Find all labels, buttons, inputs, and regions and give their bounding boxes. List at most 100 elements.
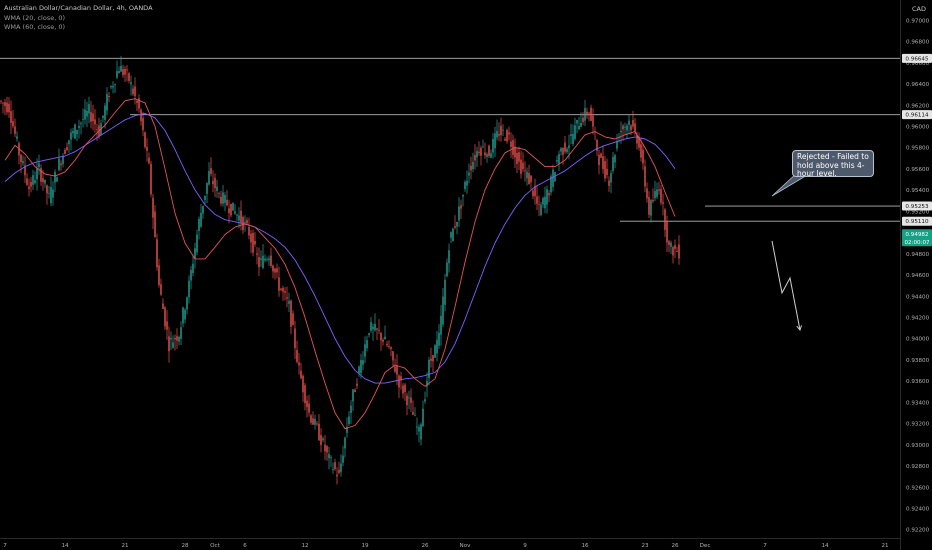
candle-up xyxy=(78,119,80,139)
candle-up xyxy=(466,170,468,194)
candle-body xyxy=(402,385,404,394)
candle-down xyxy=(588,111,590,122)
candle-body xyxy=(336,474,338,477)
candle-body xyxy=(170,337,172,340)
candle-up xyxy=(550,174,552,196)
candle-up xyxy=(348,411,350,426)
candle-body xyxy=(508,132,510,135)
candle-up xyxy=(48,186,50,199)
candle-down xyxy=(638,132,640,151)
candle-body xyxy=(352,389,354,402)
candle-body xyxy=(192,263,194,274)
candle-body xyxy=(658,189,660,191)
time-axis[interactable]: 7 14 21 28 Oct 6 12 19 26 Nov 9 16 23 26 Dec 7 14 21 xyxy=(3,543,889,549)
candle-body xyxy=(366,340,368,349)
candle-body xyxy=(152,197,154,218)
candle-down xyxy=(140,108,142,126)
candle-body xyxy=(262,255,264,268)
candle-down xyxy=(460,199,462,219)
candle-up xyxy=(84,99,86,125)
candle-body xyxy=(308,403,310,413)
candle-body xyxy=(480,147,482,156)
candle-body xyxy=(528,173,530,185)
candle-body xyxy=(254,240,256,245)
candle-up xyxy=(444,273,446,312)
candle-down xyxy=(600,152,602,159)
candle-down xyxy=(158,258,160,288)
candle-down xyxy=(326,445,328,461)
candle-down xyxy=(66,142,68,152)
candle-up xyxy=(414,407,416,417)
candle-down xyxy=(564,135,566,154)
candle-body xyxy=(490,153,492,158)
candle-body xyxy=(540,204,542,216)
candle-up xyxy=(420,422,422,446)
candle-up xyxy=(32,169,34,190)
candle-body xyxy=(410,397,412,403)
candle-down xyxy=(302,374,304,402)
candle-up xyxy=(452,227,454,242)
price-axis[interactable]: 0.970000.968000.966000.964000.962000.960… xyxy=(902,18,932,534)
candle-body xyxy=(182,307,184,324)
candle-down xyxy=(12,109,14,129)
candle-up xyxy=(576,119,578,134)
candle-down xyxy=(512,134,514,160)
candle-down xyxy=(404,382,406,401)
candle-body xyxy=(666,221,668,243)
price-tick: 0.93600 xyxy=(906,379,930,385)
wma60-legend[interactable]: WMA (60, close, 0) xyxy=(4,23,65,31)
candle-body xyxy=(460,205,462,209)
price-tick: 0.92400 xyxy=(906,506,930,512)
candle-body xyxy=(622,125,624,130)
candle-down xyxy=(164,306,166,330)
candle-body xyxy=(380,332,382,341)
candle-body xyxy=(440,315,442,335)
candle-body xyxy=(130,82,132,85)
price-tick: 0.94000 xyxy=(906,337,930,343)
candle-body xyxy=(316,423,318,425)
candle-down xyxy=(524,161,526,182)
candle-down xyxy=(674,239,676,259)
candle-down xyxy=(478,141,480,156)
candle-up xyxy=(62,153,64,168)
candle-body xyxy=(332,469,334,471)
candle-body xyxy=(344,437,346,449)
candle-down xyxy=(154,205,156,238)
candle-body xyxy=(74,124,76,139)
candle-down xyxy=(532,189,534,200)
candle-body xyxy=(168,336,170,352)
candle-body xyxy=(142,117,144,131)
candle-up xyxy=(650,198,652,223)
wma20-legend[interactable]: WMA (20, close, 0) xyxy=(4,14,65,22)
candle-up xyxy=(194,242,196,269)
candle-down xyxy=(522,152,524,172)
candle-down xyxy=(108,91,110,102)
candle-down xyxy=(470,156,472,180)
candle-down xyxy=(652,188,654,204)
annotation-callout[interactable]: Rejected - Failed to hold above this 4-h… xyxy=(792,150,874,178)
candle-body xyxy=(414,414,416,416)
price-chart[interactable]: 0.970000.968000.966000.964000.962000.960… xyxy=(0,0,932,550)
candle-body xyxy=(350,405,352,413)
candle-down xyxy=(214,173,216,198)
candle-body xyxy=(660,188,662,203)
candle-up xyxy=(16,131,18,142)
candle-down xyxy=(474,144,476,170)
candle-body xyxy=(560,148,562,152)
candle-body xyxy=(600,153,602,158)
candle-body xyxy=(478,151,480,153)
candle-body xyxy=(10,111,12,123)
candle-up xyxy=(322,436,324,443)
candle-down xyxy=(10,100,12,135)
candle-body xyxy=(504,139,506,141)
candle-up xyxy=(440,305,442,346)
candle-body xyxy=(274,268,276,273)
candle-up xyxy=(328,446,330,470)
candle-body xyxy=(338,469,340,473)
candle-body xyxy=(160,284,162,295)
candle-down xyxy=(500,117,502,142)
candle-body xyxy=(4,102,6,106)
candle-up xyxy=(368,332,370,338)
candle-body xyxy=(498,133,500,136)
candle-body xyxy=(390,347,392,349)
